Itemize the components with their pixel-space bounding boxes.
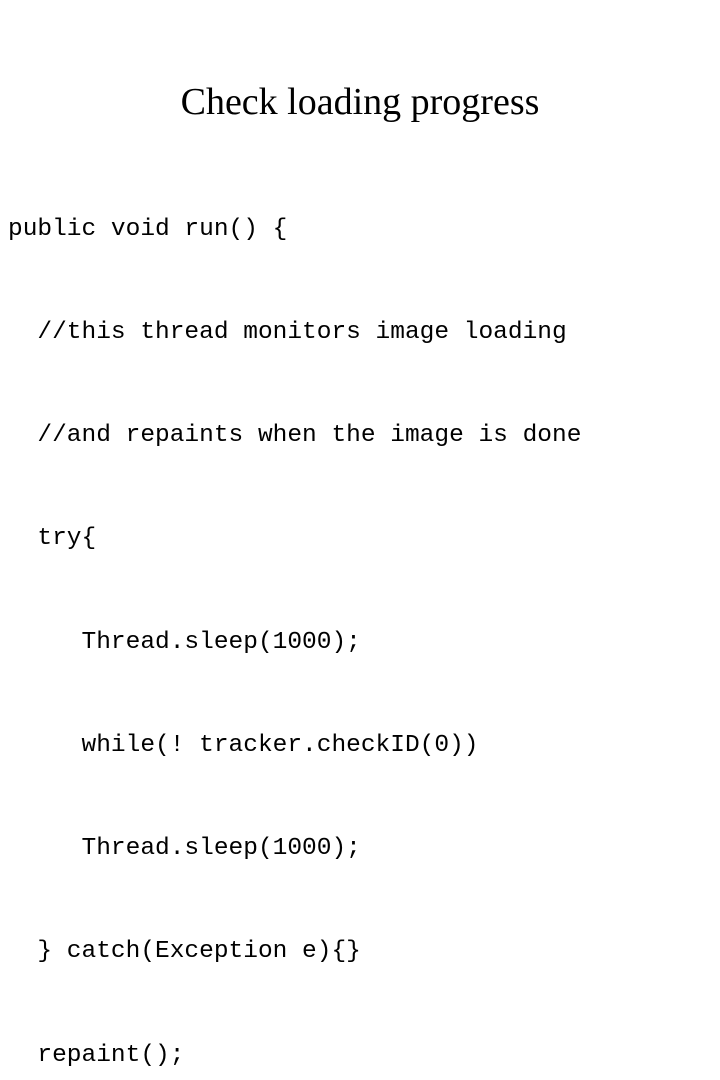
code-line: Thread.sleep(1000);: [8, 835, 361, 863]
page-title: Check loading progress: [180, 81, 540, 124]
code-line: Thread.sleep(1000);: [8, 628, 361, 656]
code-line: while(! tracker.checkID(0)): [8, 731, 479, 759]
code-line: } catch(Exception e){}: [8, 938, 361, 966]
code-block: public void run() { //this thread monito…: [8, 144, 712, 1080]
code-line: //this thread monitors image loading: [8, 319, 567, 347]
code-line: public void run() {: [8, 215, 288, 243]
code-line: repaint();: [8, 1041, 185, 1069]
code-line: //and repaints when the image is done: [8, 422, 582, 450]
slide-canvas: Check loading progress public void run()…: [0, 0, 720, 1069]
